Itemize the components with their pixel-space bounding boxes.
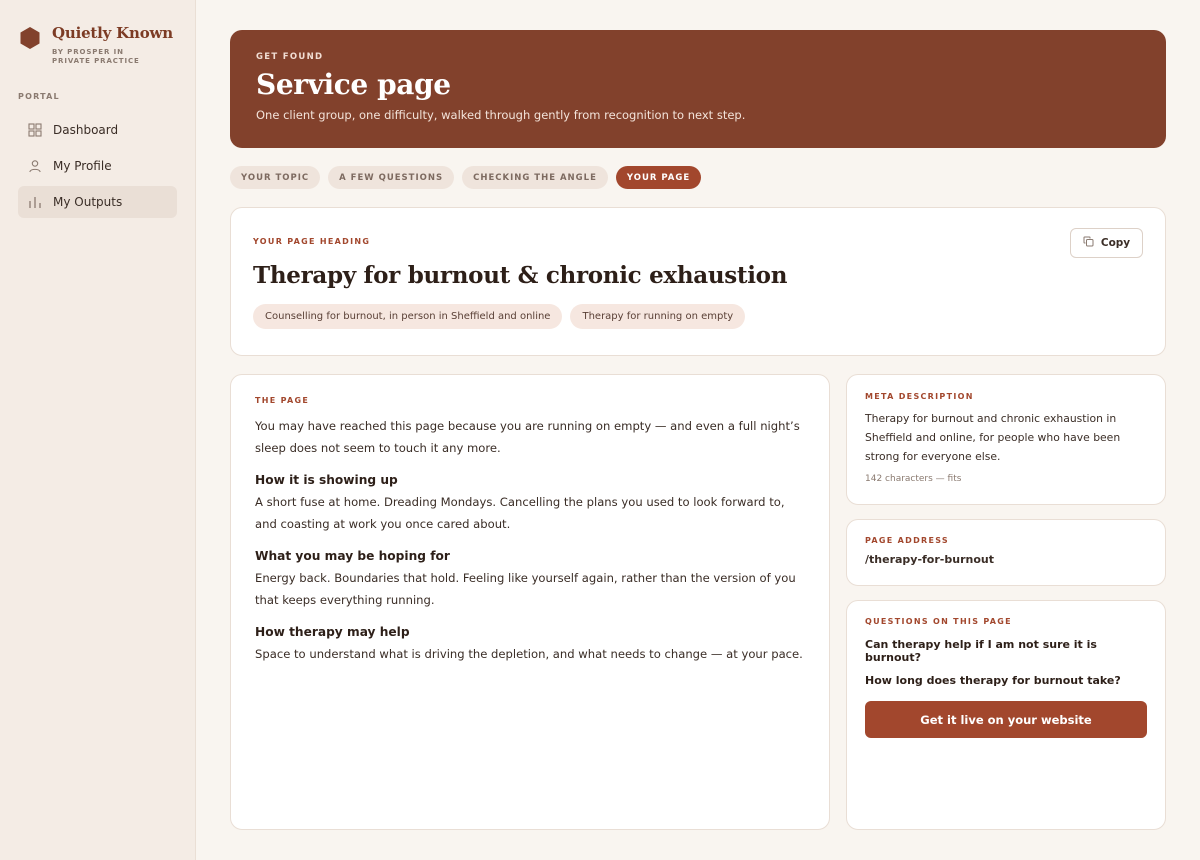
alternative-heading-tag[interactable]: Counselling for burnout, in person in Sh… <box>253 304 563 329</box>
section-body: Space to understand what is driving the … <box>255 647 803 661</box>
hexagon-logo-icon <box>20 27 40 49</box>
bar-chart-icon <box>28 195 42 209</box>
section-heading: How it is showing up <box>255 473 398 487</box>
page-content-eyebrow: THE PAGE <box>255 396 310 405</box>
page-address-value: /therapy-for-burnout <box>865 553 994 566</box>
section-heading: How therapy may help <box>255 625 410 639</box>
sidebar-nav: Dashboard My Profile My Outputs <box>18 114 177 222</box>
copy-icon <box>1083 236 1094 250</box>
copy-button-label: Copy <box>1100 237 1131 249</box>
question-item: How long does therapy for burnout take? <box>865 674 1121 687</box>
step-checking-the-angle[interactable]: CHECKING THE ANGLE <box>462 166 608 189</box>
page-intro: You may have reached this page because y… <box>255 419 800 455</box>
questions-eyebrow: QUESTIONS ON THIS PAGE <box>865 617 1012 626</box>
page-content-card: THE PAGE You may have reached this page … <box>230 374 830 830</box>
section-body: Energy back. Boundaries that hold. Feeli… <box>255 571 796 607</box>
sidebar-item-my-profile[interactable]: My Profile <box>18 150 177 182</box>
step-your-topic[interactable]: YOUR TOPIC <box>230 166 321 189</box>
meta-description-text: Therapy for burnout and chronic exhausti… <box>865 412 1121 463</box>
get-it-live-button[interactable]: Get it live on your website <box>865 701 1147 738</box>
grid-icon <box>28 123 42 137</box>
user-icon <box>28 159 42 173</box>
hero-banner: GET FOUND Service page One client group,… <box>230 30 1166 148</box>
sidebar-item-my-outputs[interactable]: My Outputs <box>18 186 177 218</box>
sidebar-item-label: My Outputs <box>53 195 123 209</box>
step-your-page[interactable]: YOUR PAGE <box>615 166 702 189</box>
section-heading: What you may be hoping for <box>255 549 450 563</box>
copy-button[interactable]: Copy <box>1070 228 1143 258</box>
alternative-heading-tag[interactable]: Therapy for running on empty <box>570 304 746 329</box>
sidebar-item-label: My Profile <box>53 159 112 173</box>
question-item: Can therapy help if I am not sure it is … <box>865 638 1097 664</box>
step-tabs: YOUR TOPIC A FEW QUESTIONS CHECKING THE … <box>230 166 702 189</box>
page-address-card: PAGE ADDRESS /therapy-for-burnout <box>846 519 1166 586</box>
meta-eyebrow: META DESCRIPTION <box>865 392 974 401</box>
nav-section-label: PORTAL <box>18 92 60 101</box>
brand-tagline: BY PROSPER IN PRIVATE PRACTICE <box>52 48 140 65</box>
section-body: A short fuse at home. Dreading Mondays. … <box>255 495 785 531</box>
sidebar-item-dashboard[interactable]: Dashboard <box>18 114 177 146</box>
hero-eyebrow: GET FOUND <box>256 52 324 62</box>
sidebar-item-label: Dashboard <box>53 123 119 137</box>
sidebar: Quietly Known BY PROSPER IN PRIVATE PRAC… <box>0 0 196 860</box>
heading-card-eyebrow: YOUR PAGE HEADING <box>253 237 371 246</box>
brand[interactable]: Quietly Known BY PROSPER IN PRIVATE PRAC… <box>20 24 173 66</box>
address-eyebrow: PAGE ADDRESS <box>865 536 949 545</box>
hero-subtitle: One client group, one difficulty, walked… <box>256 108 746 122</box>
step-a-few-questions[interactable]: A FEW QUESTIONS <box>328 166 455 189</box>
character-count: 142 characters — fits <box>865 474 962 484</box>
brand-name: Quietly Known <box>52 24 173 42</box>
page-heading-card: YOUR PAGE HEADING Copy Therapy for burno… <box>230 207 1166 356</box>
meta-description-card: META DESCRIPTION Therapy for burnout and… <box>846 374 1166 505</box>
page-title: Service page <box>256 68 451 101</box>
questions-card: QUESTIONS ON THIS PAGE Can therapy help … <box>846 600 1166 830</box>
heading-alternatives: Counselling for burnout, in person in Sh… <box>253 304 1143 329</box>
generated-page-heading: Therapy for burnout & chronic exhaustion <box>253 262 788 289</box>
